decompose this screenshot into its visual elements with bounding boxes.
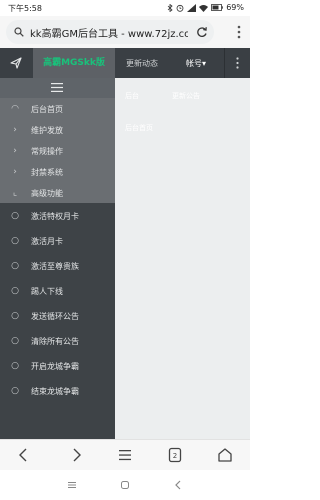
menu-item-label: 发送循环公告 bbox=[31, 312, 79, 321]
circle-icon: ○ bbox=[11, 336, 19, 346]
kebab-icon bbox=[236, 57, 239, 69]
menu-item-start-siege[interactable]: ○ 开启龙城争霸 bbox=[0, 353, 115, 378]
chevron-right-icon: › bbox=[13, 146, 17, 156]
url-text: kk高霸GM后台工具 - www.72jz.co bbox=[30, 28, 188, 40]
sidebar-item-ban-system[interactable]: › 封禁系统 bbox=[0, 161, 115, 182]
sidebar-item-home[interactable]: ◠ 后台首页 bbox=[0, 98, 115, 119]
status-bar: 下午5:58 69% bbox=[0, 0, 250, 16]
circle-icon: ○ bbox=[11, 261, 19, 271]
sidebar-item-label: 封禁系统 bbox=[31, 168, 63, 177]
status-time: 下午5:58 bbox=[8, 4, 42, 13]
menu-item-clear-notices[interactable]: ○ 清除所有公告 bbox=[0, 328, 115, 353]
nav-account[interactable]: 帐号▾ bbox=[186, 58, 206, 69]
nav-updates[interactable]: 更新动态 bbox=[126, 58, 158, 69]
sidebar-item-label: 常规操作 bbox=[31, 147, 63, 156]
refresh-icon[interactable] bbox=[196, 26, 208, 38]
more-menu-button[interactable] bbox=[224, 48, 251, 78]
search-icon bbox=[14, 27, 24, 37]
bluetooth-icon bbox=[167, 3, 173, 12]
back-button-icon[interactable] bbox=[173, 480, 183, 490]
signal-icon bbox=[187, 3, 197, 12]
send-icon[interactable] bbox=[10, 57, 22, 69]
svg-text:2: 2 bbox=[173, 452, 177, 460]
status-icons: 69% bbox=[167, 3, 244, 12]
sidebar-toggle[interactable] bbox=[0, 78, 115, 98]
circle-icon: ○ bbox=[11, 236, 19, 246]
browser-address-bar: kk高霸GM后台工具 - www.72jz.co bbox=[0, 16, 250, 48]
home-icon[interactable] bbox=[217, 447, 233, 463]
chevron-right-icon: › bbox=[13, 167, 17, 177]
content-row-home: 后台首页 bbox=[125, 124, 153, 132]
sidebar-item-regular-ops[interactable]: › 常规操作 bbox=[0, 140, 115, 161]
back-icon[interactable] bbox=[16, 447, 32, 463]
home-button-icon[interactable] bbox=[120, 480, 130, 490]
circle-icon: ○ bbox=[11, 361, 19, 371]
sidebar: ◠ 后台首页 › 维护发放 › 常规操作 › 封禁系统 ⌞ 高级功能 ○ 激活特… bbox=[0, 78, 115, 439]
caret-down-icon: ▾ bbox=[202, 59, 207, 68]
browser-menu-icon[interactable] bbox=[236, 24, 242, 40]
circle-icon: ○ bbox=[11, 386, 19, 396]
menu-item-activate-vip-monthly[interactable]: ○ 激活特权月卡 bbox=[0, 203, 115, 228]
top-nav: 高霸MGSkk版 更新动态 帐号▾ bbox=[0, 48, 250, 78]
sidebar-submenu: ◠ 后台首页 › 维护发放 › 常规操作 › 封禁系统 ⌞ 高级功能 bbox=[0, 98, 115, 203]
content-tab-backend: 后台 bbox=[125, 92, 139, 100]
tabs-icon[interactable]: 2 bbox=[167, 447, 183, 463]
menu-item-label: 结束龙城争霸 bbox=[31, 387, 79, 396]
corner-down-right-icon: ⌞ bbox=[12, 188, 18, 198]
battery-percent: 69% bbox=[226, 3, 244, 12]
sidebar-item-maintenance[interactable]: › 维护发放 bbox=[0, 119, 115, 140]
menu-icon bbox=[51, 83, 63, 92]
menu-icon[interactable] bbox=[117, 447, 133, 463]
chevron-right-icon: › bbox=[13, 125, 17, 135]
battery-icon bbox=[211, 4, 224, 11]
url-field[interactable]: kk高霸GM后台工具 - www.72jz.co bbox=[6, 20, 214, 44]
recents-icon[interactable] bbox=[67, 480, 77, 490]
menu-item-send-loop-notice[interactable]: ○ 发送循环公告 bbox=[0, 303, 115, 328]
menu-item-label: 开启龙城争霸 bbox=[31, 362, 79, 371]
menu-item-kick-player[interactable]: ○ 踢人下线 bbox=[0, 278, 115, 303]
sidebar-item-label: 高级功能 bbox=[31, 189, 63, 198]
wifi-icon bbox=[199, 4, 209, 12]
forward-icon[interactable] bbox=[68, 447, 84, 463]
system-nav-bar bbox=[0, 470, 250, 500]
content-overlay[interactable]: 后台 更新公告 后台首页 bbox=[115, 78, 250, 439]
circle-icon: ○ bbox=[11, 286, 19, 296]
menu-item-label: 激活月卡 bbox=[31, 237, 63, 246]
browser-toolbar: 2 bbox=[0, 439, 250, 471]
menu-item-activate-noble[interactable]: ○ 激活至尊贵族 bbox=[0, 253, 115, 278]
alarm-icon bbox=[176, 4, 184, 12]
home-outline-icon: ◠ bbox=[11, 104, 19, 114]
menu-item-end-siege[interactable]: ○ 结束龙城争霸 bbox=[0, 378, 115, 403]
menu-item-label: 激活至尊贵族 bbox=[31, 262, 79, 271]
circle-icon: ○ bbox=[11, 311, 19, 321]
brand-title[interactable]: 高霸MGSkk版 bbox=[33, 48, 115, 78]
nav-account-label: 帐号 bbox=[186, 59, 202, 68]
sidebar-item-label: 后台首页 bbox=[31, 105, 63, 114]
menu-item-label: 踢人下线 bbox=[31, 287, 63, 296]
sidebar-item-label: 维护发放 bbox=[31, 126, 63, 135]
menu-item-activate-monthly[interactable]: ○ 激活月卡 bbox=[0, 228, 115, 253]
circle-icon: ○ bbox=[11, 211, 19, 221]
content-tab-notice: 更新公告 bbox=[172, 92, 200, 100]
sidebar-item-advanced[interactable]: ⌞ 高级功能 bbox=[0, 182, 115, 203]
menu-item-label: 清除所有公告 bbox=[31, 337, 79, 346]
menu-item-label: 激活特权月卡 bbox=[31, 212, 79, 221]
